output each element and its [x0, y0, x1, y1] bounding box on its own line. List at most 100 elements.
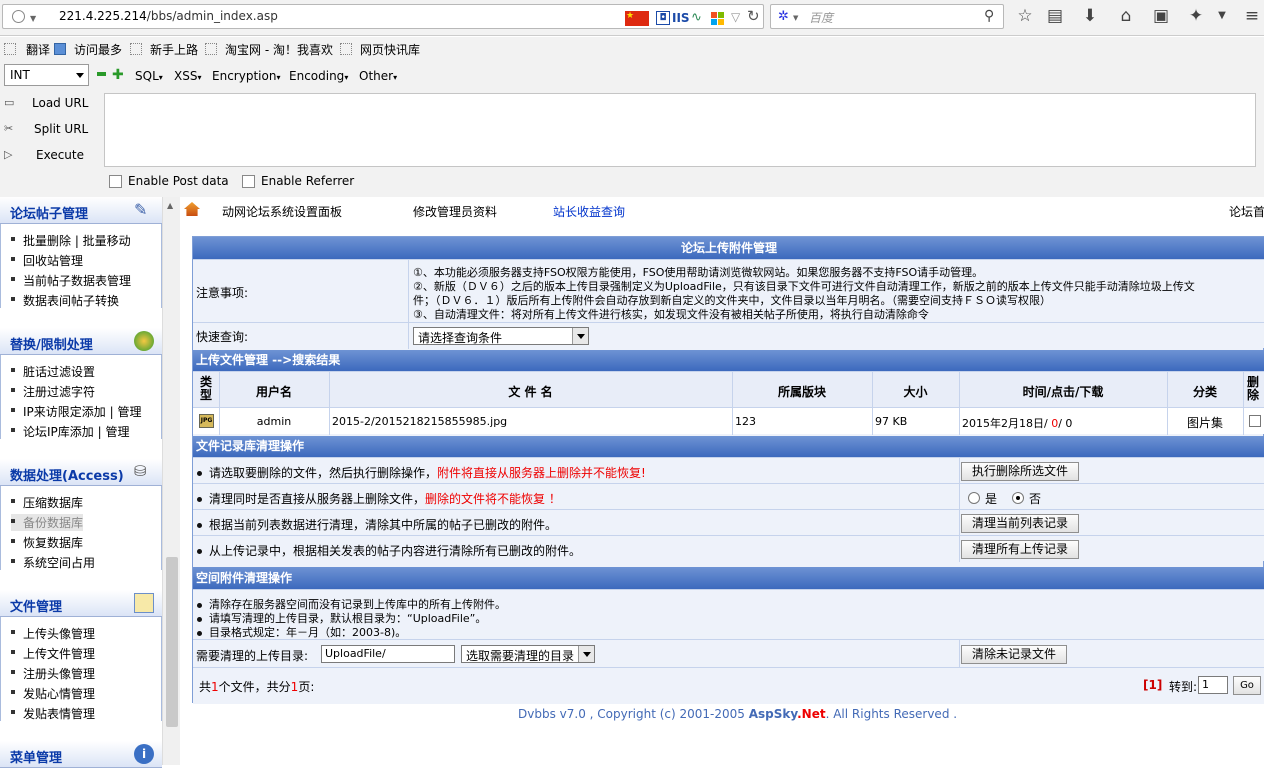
- bookmark-item[interactable]: 淘宝网 - 淘！我喜欢: [205, 41, 333, 57]
- sidebar-item[interactable]: 备份数据库: [11, 514, 84, 531]
- sidebar-item[interactable]: 发贴表情管理: [11, 705, 95, 722]
- sidebar-section-body: 上传头像管理 上传文件管理 注册头像管理 发贴心情管理 发贴表情管理: [0, 617, 162, 721]
- dir-label: 需要清理的上传目录:: [196, 649, 309, 663]
- clean-row: 根据当前列表数据进行清理，清除其中所属的帖子已删改的附件。 清理当前列表记录: [193, 509, 1264, 536]
- dropdown-arrow-icon[interactable]: ▽: [731, 10, 740, 24]
- chevron-down-icon[interactable]: ▼: [793, 14, 798, 22]
- menu-encoding[interactable]: Encoding▾: [289, 69, 348, 83]
- download-icon[interactable]: ⬇: [1080, 6, 1100, 26]
- sidebar-item[interactable]: 恢复数据库: [11, 534, 83, 551]
- sidebar-item[interactable]: IP来访限定添加 | 管理: [11, 403, 141, 420]
- sidebar-item[interactable]: 压缩数据库: [11, 494, 83, 511]
- scroll-up-icon[interactable]: ▲: [167, 201, 173, 210]
- sidebar-section-header[interactable]: 替换/限制处理: [0, 328, 162, 355]
- page-icon: [340, 43, 352, 55]
- search-bar[interactable]: ✲ ▼ 百度 ⚲: [770, 4, 1004, 29]
- radio-yes[interactable]: [968, 492, 980, 504]
- clean-all-button[interactable]: 清理所有上传记录: [961, 540, 1079, 559]
- search-placeholder: 百度: [809, 11, 834, 25]
- reader-icon[interactable]: ▣: [1151, 6, 1171, 26]
- bookmark-item[interactable]: 网页快讯库: [340, 41, 420, 57]
- addon-icon[interactable]: ✦: [1186, 6, 1206, 26]
- file-name[interactable]: 2015-2/2015218215855985.jpg: [332, 415, 507, 428]
- home-icon[interactable]: [184, 202, 200, 216]
- menu-sql[interactable]: SQL▾: [135, 69, 163, 83]
- sidebar-item[interactable]: 论坛IP库添加 | 管理: [11, 423, 129, 440]
- execute-button[interactable]: ▷ Execute: [4, 148, 84, 162]
- upload-dir-input[interactable]: UploadFile/: [321, 645, 455, 663]
- plus-icon[interactable]: ✚: [112, 67, 124, 83]
- bookmark-item[interactable]: 新手上路: [130, 41, 198, 57]
- scroll-thumb[interactable]: [166, 557, 178, 727]
- panel-title: 论坛上传附件管理: [193, 237, 1264, 259]
- menu-other[interactable]: Other▾: [359, 69, 397, 83]
- column-header: 分类: [1192, 385, 1217, 399]
- quick-label: 快速查询:: [196, 330, 249, 344]
- menu-icon[interactable]: ≡: [1242, 6, 1262, 26]
- delete-selected-button[interactable]: 执行删除所选文件: [961, 462, 1079, 481]
- bookmark-item[interactable]: 翻译: [4, 41, 50, 57]
- goto-input[interactable]: 1: [1198, 676, 1228, 694]
- file-summary: 共1个文件，共分1页:: [199, 680, 315, 694]
- link-revenue[interactable]: 站长收益查询: [553, 203, 625, 220]
- url-text[interactable]: 221.4.225.214/bbs/admin_index.asp: [59, 9, 278, 23]
- sidebar-section-header[interactable]: 论坛帖子管理 ✎: [0, 197, 162, 224]
- page-icon: [4, 43, 16, 55]
- go-button[interactable]: Go: [1233, 676, 1261, 695]
- space-note: 目录格式规定：年－月（如：2003-8)。: [197, 624, 406, 640]
- sidebar-item[interactable]: 上传文件管理: [11, 645, 95, 662]
- minus-icon[interactable]: [97, 72, 106, 76]
- clean-unrecorded-button[interactable]: 清除未记录文件: [961, 645, 1067, 664]
- sidebar-section-header[interactable]: 数据处理(Access) ⛁: [0, 459, 162, 486]
- baidu-paw-icon[interactable]: ✲: [778, 9, 789, 24]
- sidebar-item[interactable]: 数据表间帖子转换: [11, 292, 119, 309]
- sidebar-item[interactable]: 上传头像管理: [11, 625, 95, 642]
- column-header: 所属版块: [777, 385, 826, 399]
- notice-row: 注意事项: ①、本功能必须服务器支持FSO权限方能使用，FSO使用帮助请浏览微软…: [193, 259, 1264, 323]
- reload-icon[interactable]: ↻: [747, 7, 760, 25]
- bookmarks-list-icon[interactable]: ▤: [1045, 6, 1065, 26]
- menu-encryption[interactable]: Encryption▾: [212, 69, 280, 83]
- url-textarea[interactable]: [104, 93, 1256, 167]
- sidebar-item[interactable]: 回收站管理: [11, 252, 83, 269]
- sidebar-item[interactable]: 批量删除 | 批量移动: [11, 232, 131, 249]
- sidebar-scrollbar[interactable]: ▲: [162, 197, 180, 765]
- sidebar-item[interactable]: 脏话过滤设置: [11, 363, 95, 380]
- sidebar-section-body: 脏话过滤设置 注册过滤字符 IP来访限定添加 | 管理 论坛IP库添加 | 管理: [0, 355, 162, 439]
- split-url-button[interactable]: ✂ Split URL: [4, 122, 88, 136]
- dir-select[interactable]: 选取需要清理的目录: [461, 645, 595, 663]
- bookmark-star-icon[interactable]: ☆: [1015, 6, 1035, 26]
- type-select[interactable]: INT: [4, 64, 89, 86]
- search-icon[interactable]: ⚲: [984, 8, 994, 24]
- top-links: 动网论坛系统设置面板 修改管理员资料 站长收益查询 论坛首: [180, 197, 1264, 223]
- chevron-down-icon[interactable]: ▼: [30, 14, 36, 23]
- menu-xss[interactable]: XSS▾: [174, 69, 201, 83]
- enable-post-checkbox[interactable]: Enable Post data: [109, 174, 229, 188]
- sidebar-section-body: 压缩数据库 备份数据库 恢复数据库 系统空间占用: [0, 486, 162, 570]
- sidebar-item[interactable]: 当前帖子数据表管理: [11, 272, 131, 289]
- enable-referrer-checkbox[interactable]: Enable Referrer: [242, 174, 354, 188]
- load-url-button[interactable]: ▭ Load URL: [4, 96, 88, 110]
- sidebar-item[interactable]: 注册过滤字符: [11, 383, 95, 400]
- home-icon[interactable]: ⌂: [1116, 6, 1136, 26]
- sidebar-item[interactable]: 注册头像管理: [11, 665, 95, 682]
- address-bar[interactable]: ▼ 221.4.225.214/bbs/admin_index.asp ★ ◘ …: [2, 4, 764, 29]
- sidebar-section-header[interactable]: 菜单管理 i: [0, 741, 162, 768]
- bookmarks-bar: 翻译 访问最多 新手上路 淘宝网 - 淘！我喜欢 网页快讯库: [0, 37, 1264, 61]
- clean-text: 清理同时是否直接从服务器上删除文件，删除的文件将不能恢复 ！: [197, 490, 561, 507]
- quick-search-select[interactable]: 请选择查询条件: [413, 327, 589, 345]
- sidebar-item[interactable]: 发贴心情管理: [11, 685, 95, 702]
- sidebar-section-header[interactable]: 文件管理: [0, 590, 162, 617]
- current-page[interactable]: [1]: [1143, 678, 1162, 692]
- link-forum-home[interactable]: 论坛首: [1229, 203, 1264, 220]
- sidebar-item[interactable]: 系统空间占用: [11, 554, 95, 571]
- link-edit-admin[interactable]: 修改管理员资料: [413, 203, 497, 220]
- clean-list-button[interactable]: 清理当前列表记录: [961, 514, 1079, 533]
- link-settings-panel[interactable]: 动网论坛系统设置面板: [222, 203, 342, 220]
- delete-checkbox[interactable]: [1249, 415, 1261, 427]
- chevron-down-icon[interactable]: ▼: [1212, 10, 1232, 21]
- column-header: 类型: [199, 375, 212, 402]
- compat-icon[interactable]: ◘: [656, 11, 670, 25]
- bookmark-item[interactable]: 访问最多: [54, 41, 122, 57]
- radio-no[interactable]: [1012, 492, 1024, 504]
